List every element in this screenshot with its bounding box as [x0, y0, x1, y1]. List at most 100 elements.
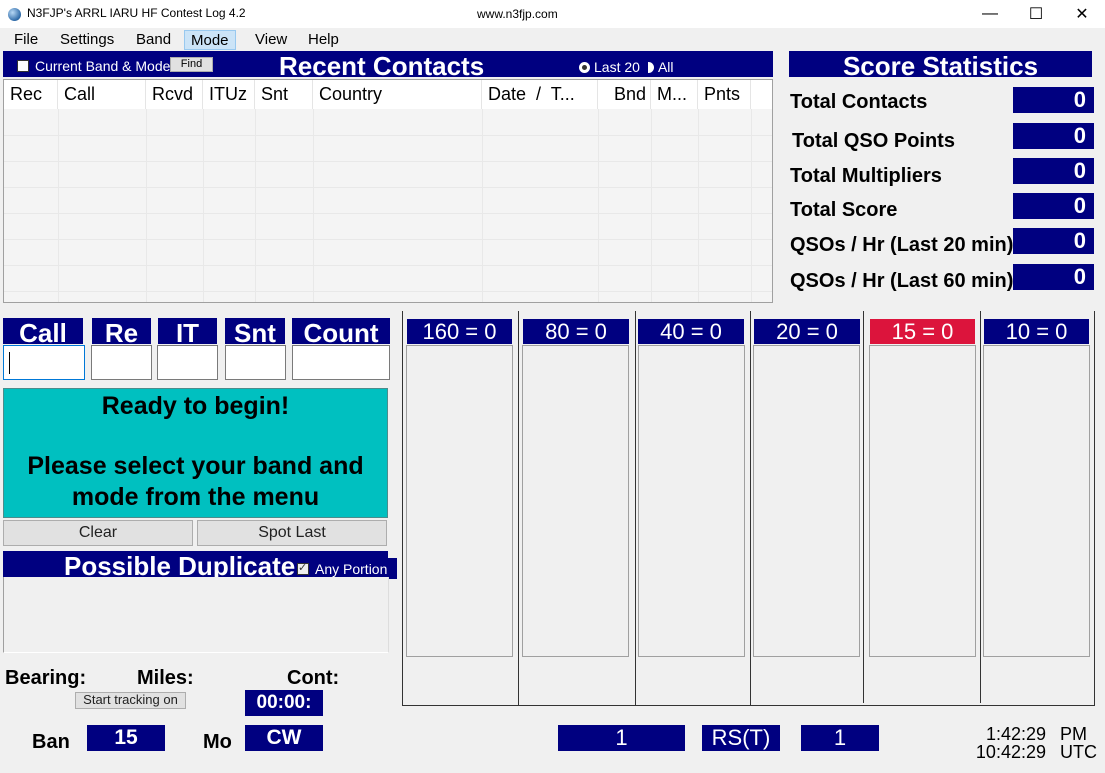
col-call[interactable]: Call — [58, 80, 146, 109]
band-divider — [980, 311, 981, 703]
maximize-button[interactable]: ☐ — [1013, 0, 1059, 28]
menu-band[interactable]: Band — [130, 30, 177, 50]
call-input[interactable] — [3, 345, 85, 380]
grid-line — [4, 135, 772, 136]
divider — [402, 705, 1095, 706]
band-80-header[interactable]: 80 = 0 — [523, 319, 629, 344]
any-portion-label: Any Portion — [315, 560, 388, 577]
rst-label: RS(T) — [702, 725, 780, 751]
band-40-list[interactable] — [638, 345, 745, 657]
status-message: Ready to begin! Please select your band … — [3, 388, 388, 518]
possible-duplicates-list[interactable] — [3, 577, 389, 653]
col-band[interactable]: Bnd — [598, 80, 651, 109]
close-button[interactable]: ✕ — [1059, 0, 1105, 28]
received-input[interactable] — [91, 345, 152, 380]
start-tracking-button[interactable]: Start tracking on — [75, 692, 186, 709]
clear-button[interactable]: Clear — [3, 520, 193, 546]
count-label: Count — [292, 318, 390, 344]
col-points[interactable]: Pnts — [698, 80, 751, 109]
band-10-header[interactable]: 10 = 0 — [984, 319, 1089, 344]
band-80-list[interactable] — [522, 345, 629, 657]
col-rec[interactable]: Rec — [4, 80, 58, 109]
col-ituz[interactable]: ITUz — [203, 80, 255, 109]
stat-value-total-score: 0 — [1013, 193, 1094, 219]
maximize-icon: ☐ — [1028, 6, 1044, 23]
band-divider — [635, 311, 636, 705]
grid-line — [698, 109, 699, 302]
stat-value-total-contacts: 0 — [1013, 87, 1094, 113]
band-40-header[interactable]: 40 = 0 — [638, 319, 744, 344]
band-divider — [863, 311, 864, 703]
band-divider — [1094, 311, 1095, 705]
recent-contacts-table[interactable]: Rec Call Rcvd ITUz Snt Country Date / T.… — [3, 79, 773, 303]
minimize-button[interactable]: — — [967, 0, 1013, 28]
grid-line — [482, 109, 483, 302]
grid-line — [203, 109, 204, 302]
stat-value-qso-rate-60: 0 — [1013, 264, 1094, 290]
status-line-1: Ready to begin! — [101, 392, 290, 420]
band-10-list[interactable] — [983, 345, 1090, 657]
utc-time: 10:42:29 — [975, 742, 1046, 762]
recent-contacts-title: Recent Contacts — [279, 51, 485, 81]
stat-label-qso-rate-20: QSOs / Hr (Last 20 min) — [790, 234, 1014, 256]
col-date-time[interactable]: Date / T... — [482, 80, 598, 109]
minimize-icon: — — [982, 5, 998, 22]
sent-input[interactable] — [225, 345, 286, 380]
any-portion-checkbox[interactable]: Any Portion — [295, 558, 397, 579]
contact-timer: 00:00: — [245, 690, 323, 716]
serial-counter: 1 — [558, 725, 685, 751]
mode-label: Mo — [203, 731, 232, 753]
col-country[interactable]: Country — [313, 80, 482, 109]
menu-mode[interactable]: Mode — [184, 30, 236, 50]
menu-file[interactable]: File — [8, 30, 44, 50]
grid-line — [598, 109, 599, 302]
stat-value-total-qso-points: 0 — [1013, 123, 1094, 149]
band-160-list[interactable] — [406, 345, 513, 657]
stat-label-total-contacts: Total Contacts — [790, 91, 928, 113]
col-mode[interactable]: M... — [651, 80, 698, 109]
grid-line — [146, 109, 147, 302]
stat-label-total-score: Total Score — [790, 199, 898, 221]
radio-last20-label: Last 20 — [594, 59, 640, 75]
band-15-header[interactable]: 15 = 0 — [870, 319, 975, 344]
band-divider — [518, 311, 519, 705]
col-rcvd[interactable]: Rcvd — [146, 80, 203, 109]
count-input[interactable] — [292, 345, 390, 380]
band-value: 15 — [87, 725, 165, 751]
menu-view[interactable]: View — [249, 30, 293, 50]
band-20-header[interactable]: 20 = 0 — [754, 319, 860, 344]
miles-label: Miles: — [137, 667, 194, 689]
mode-value: CW — [245, 725, 323, 751]
menu-help[interactable]: Help — [302, 30, 345, 50]
band-15-list[interactable] — [869, 345, 976, 657]
grid-line — [651, 109, 652, 302]
band-20-list[interactable] — [753, 345, 860, 657]
status-line-2: Please select your band and mode from th… — [27, 452, 364, 511]
rst-value: 1 — [801, 725, 879, 751]
band-160-header[interactable]: 160 = 0 — [407, 319, 512, 344]
grid-line — [4, 291, 772, 292]
find-button[interactable]: Find — [170, 57, 213, 72]
text-caret — [9, 352, 10, 374]
grid-line — [4, 239, 772, 240]
menu-bar: File Settings Band Mode View Help — [0, 28, 1105, 50]
itu-zone-label: IT — [158, 318, 217, 344]
current-band-mode-checkbox[interactable]: Current Band & Mode — [17, 58, 170, 74]
stat-value-total-multipliers: 0 — [1013, 158, 1094, 184]
title-bar: N3FJP's ARRL IARU HF Contest Log 4.2 www… — [0, 0, 1105, 28]
utc-time-suffix: UTC — [1060, 742, 1097, 762]
band-panels: 160 = 0 80 = 0 40 = 0 20 = 0 15 = 0 10 =… — [402, 311, 1095, 705]
menu-settings[interactable]: Settings — [54, 30, 120, 50]
col-snt[interactable]: Snt — [255, 80, 313, 109]
current-band-mode-label: Current Band & Mode — [35, 58, 171, 74]
radio-last20[interactable] — [579, 61, 590, 73]
itu-zone-input[interactable] — [157, 345, 218, 380]
grid-line — [313, 109, 314, 302]
grid-line — [4, 187, 772, 188]
recent-contacts-header: Current Band & Mode Find Recent Contacts… — [3, 51, 773, 81]
stat-label-total-multipliers: Total Multipliers — [790, 165, 942, 187]
radio-all[interactable] — [647, 61, 654, 73]
spot-last-button[interactable]: Spot Last — [197, 520, 387, 546]
band-divider — [750, 311, 751, 705]
local-time: 1:42:29 — [985, 724, 1046, 744]
